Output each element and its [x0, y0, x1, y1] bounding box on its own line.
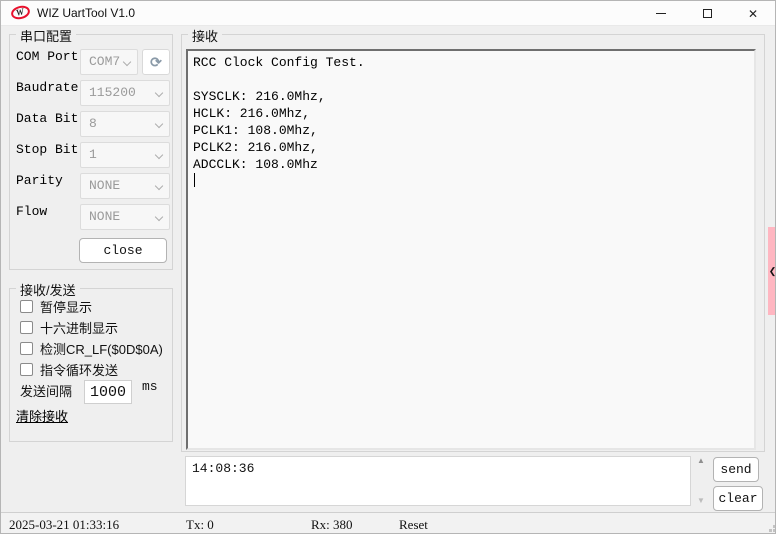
scroll-up-icon[interactable]: ▲	[697, 457, 705, 465]
databit-select[interactable]: 8	[80, 111, 170, 137]
com-port-label: COM Port	[16, 49, 79, 64]
baudrate-value: 115200	[89, 85, 136, 100]
parity-value: NONE	[89, 178, 121, 193]
close-port-button[interactable]: close	[79, 238, 167, 263]
com-port-value: COM7	[89, 54, 121, 69]
send-interval-row: 发送间隔 ms	[20, 379, 170, 405]
loop-send-label: 指令循环发送	[40, 363, 119, 378]
flow-label: Flow	[16, 204, 48, 219]
databit-label: Data Bit	[16, 111, 79, 126]
com-port-select[interactable]: COM7	[80, 49, 138, 75]
stopbit-select[interactable]: 1	[80, 142, 170, 168]
send-interval-input[interactable]	[84, 380, 132, 404]
window-title: WIZ UartTool V1.0	[37, 6, 136, 20]
crlf-detect-label: 检测CR_LF($0D$0A)	[40, 342, 163, 357]
parity-label: Parity	[16, 173, 63, 188]
pause-display-row: 暂停显示	[20, 298, 92, 315]
app-window: W WIZ UartTool V1.0 ✕ 串口配置 COM Port COM7…	[0, 0, 776, 534]
serial-config-group: 串口配置 COM Port COM7 ⟳ Baudrate 115200 Dat…	[9, 26, 173, 270]
receive-title: 接收	[188, 26, 223, 45]
scroll-down-icon[interactable]: ▼	[697, 497, 705, 505]
baudrate-row: Baudrate 115200	[10, 80, 172, 106]
send-button[interactable]: send	[713, 457, 759, 482]
side-panel-tab[interactable]: ❮	[768, 227, 776, 315]
stopbit-value: 1	[89, 147, 97, 162]
receive-text-area[interactable]: RCC Clock Config Test. SYSCLK: 216.0Mhz,…	[186, 49, 756, 450]
maximize-button[interactable]	[684, 1, 730, 26]
pause-display-checkbox[interactable]	[20, 300, 33, 313]
flow-row: Flow NONE	[10, 204, 172, 230]
receive-text: RCC Clock Config Test. SYSCLK: 216.0Mhz,…	[193, 55, 365, 172]
refresh-ports-button[interactable]: ⟳	[142, 49, 170, 75]
maximize-icon	[702, 9, 712, 18]
loop-send-row: 指令循环发送	[20, 361, 118, 378]
minimize-button[interactable]	[638, 1, 684, 26]
crlf-detect-checkbox[interactable]	[20, 342, 33, 355]
stopbit-label: Stop Bit	[16, 142, 79, 157]
text-caret	[194, 173, 195, 187]
loop-send-checkbox[interactable]	[20, 363, 33, 376]
app-logo-icon: W	[9, 3, 32, 22]
baudrate-select[interactable]: 115200	[80, 80, 170, 106]
flow-value: NONE	[89, 209, 121, 224]
chevron-down-icon	[154, 150, 164, 160]
status-rx-count: Rx: 380	[311, 517, 353, 532]
send-interval-label: 发送间隔	[20, 384, 73, 399]
title-bar: W WIZ UartTool V1.0 ✕	[1, 1, 775, 26]
pause-display-label: 暂停显示	[40, 300, 93, 315]
chevron-down-icon	[154, 181, 164, 191]
close-window-button[interactable]: ✕	[730, 1, 775, 26]
databit-row: Data Bit 8	[10, 111, 172, 137]
serial-config-title: 串口配置	[16, 26, 77, 45]
status-bar: 2025-03-21 01:33:16 Tx: 0 Rx: 380 Reset	[1, 512, 775, 533]
stopbit-row: Stop Bit 1	[10, 142, 172, 168]
chevron-down-icon	[122, 57, 132, 67]
receive-group: 接收 RCC Clock Config Test. SYSCLK: 216.0M…	[181, 26, 765, 452]
status-timestamp: 2025-03-21 01:33:16	[9, 517, 120, 532]
chevron-down-icon	[154, 119, 164, 129]
send-interval-unit: ms	[142, 379, 158, 394]
hex-display-row: 十六进制显示	[20, 319, 118, 336]
chevron-down-icon	[154, 88, 164, 98]
com-port-row: COM Port COM7 ⟳	[10, 49, 172, 75]
crlf-detect-row: 检测CR_LF($0D$0A)	[20, 340, 163, 357]
rx-tx-options-group: 接收/发送 暂停显示 十六进制显示 检测CR_LF($0D$0A) 指令循环发送…	[9, 280, 173, 442]
minimize-icon	[656, 13, 666, 14]
refresh-icon: ⟳	[150, 53, 162, 70]
send-input-scrollbar[interactable]: ▲ ▼	[693, 457, 709, 505]
logo-letter: W	[14, 6, 25, 18]
close-icon: ✕	[747, 6, 759, 21]
status-reset[interactable]: Reset	[399, 517, 428, 533]
parity-row: Parity NONE	[10, 173, 172, 199]
resize-grip[interactable]	[767, 523, 770, 526]
parity-select[interactable]: NONE	[80, 173, 170, 199]
clear-button[interactable]: clear	[713, 486, 763, 511]
send-input[interactable]: 14:08:36	[185, 456, 691, 506]
clear-receive-link[interactable]: 清除接收	[16, 406, 68, 425]
chevron-left-icon: ❮	[768, 265, 776, 276]
databit-value: 8	[89, 116, 97, 131]
hex-display-label: 十六进制显示	[40, 321, 119, 336]
chevron-down-icon	[154, 212, 164, 222]
baudrate-label: Baudrate	[16, 80, 79, 95]
hex-display-checkbox[interactable]	[20, 321, 33, 334]
flow-select[interactable]: NONE	[80, 204, 170, 230]
status-tx-count: Tx: 0	[186, 517, 214, 532]
